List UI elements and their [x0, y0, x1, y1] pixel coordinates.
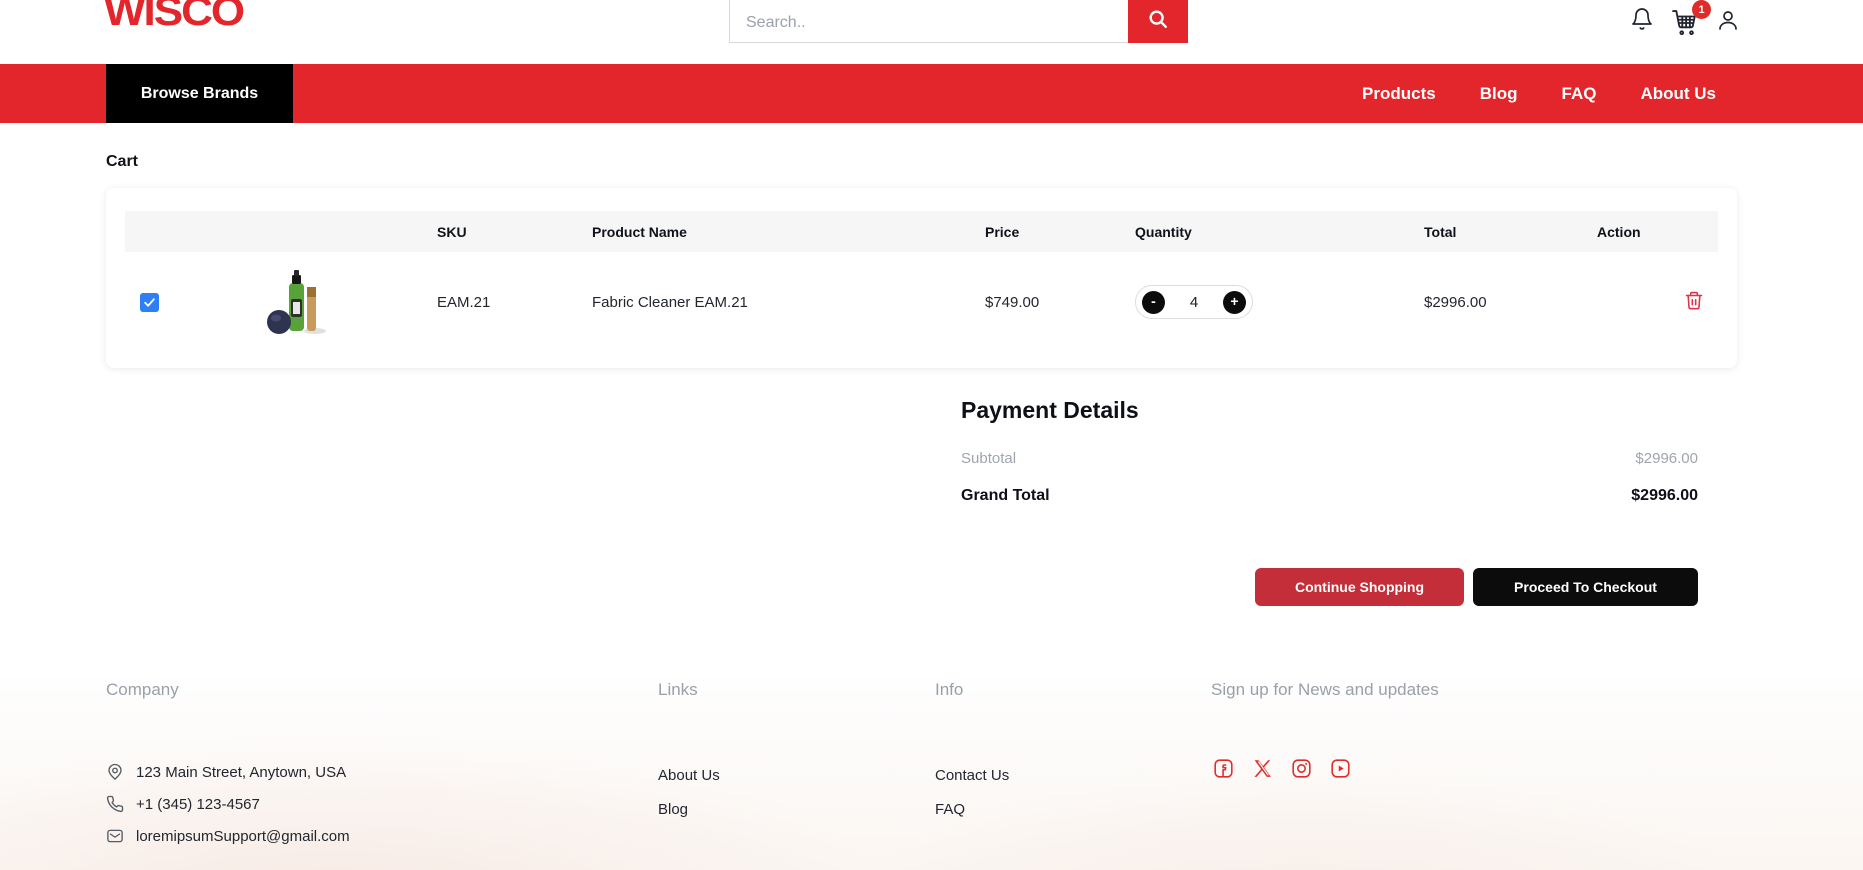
- footer-links-title: Links: [658, 680, 698, 700]
- account-button[interactable]: [1716, 8, 1740, 35]
- top-header: WISCO 1: [0, 0, 1863, 64]
- col-header-quantity: Quantity: [1135, 224, 1424, 240]
- brand-logo[interactable]: WISCO: [104, 0, 243, 35]
- search-icon: [1147, 8, 1169, 33]
- col-header-sku: SKU: [437, 224, 592, 240]
- product-image: [265, 269, 327, 335]
- col-header-product-name: Product Name: [592, 224, 985, 240]
- main-navbar: Browse Brands Products Blog FAQ About Us: [0, 64, 1863, 123]
- youtube-link[interactable]: [1330, 758, 1351, 782]
- footer-link-about-us[interactable]: About Us: [658, 767, 720, 784]
- footer-info-title: Info: [935, 680, 963, 700]
- grand-total-value: $2996.00: [1631, 487, 1698, 505]
- remove-item-button[interactable]: [1684, 290, 1704, 314]
- envelope-icon: [106, 827, 124, 845]
- quantity-value: 4: [1190, 294, 1198, 311]
- subtotal-label: Subtotal: [961, 450, 1016, 467]
- subtotal-row: Subtotal $2996.00: [961, 450, 1698, 467]
- footer-phone: +1 (345) 123-4567: [106, 795, 260, 813]
- instagram-link[interactable]: [1291, 758, 1312, 782]
- footer-link-faq[interactable]: FAQ: [935, 801, 965, 818]
- notifications-button[interactable]: [1630, 7, 1654, 34]
- search-button[interactable]: [1128, 0, 1188, 43]
- footer-address: 123 Main Street, Anytown, USA: [106, 763, 346, 781]
- subtotal-value: $2996.00: [1635, 450, 1698, 467]
- footer-company-title: Company: [106, 680, 179, 700]
- nav-link-blog[interactable]: Blog: [1480, 84, 1518, 104]
- payment-details-title: Payment Details: [961, 397, 1139, 424]
- location-pin-icon: [106, 763, 124, 781]
- col-header-total: Total: [1424, 224, 1597, 240]
- x-twitter-icon: [1252, 758, 1273, 782]
- trash-icon: [1684, 299, 1704, 314]
- item-price: $749.00: [985, 294, 1135, 311]
- footer-address-text: 123 Main Street, Anytown, USA: [136, 764, 346, 781]
- browse-brands-button[interactable]: Browse Brands: [106, 64, 293, 123]
- search-input[interactable]: [729, 0, 1128, 43]
- cart-table-header: SKU Product Name Price Quantity Total Ac…: [125, 211, 1718, 252]
- bell-icon: [1630, 19, 1654, 34]
- footer-email-text: loremipsumSupport@gmail.com: [136, 828, 350, 845]
- nav-link-products[interactable]: Products: [1362, 84, 1436, 104]
- facebook-link[interactable]: [1213, 758, 1234, 782]
- col-header-price: Price: [985, 224, 1135, 240]
- cart-table-card: SKU Product Name Price Quantity Total Ac…: [106, 188, 1737, 368]
- quantity-increase-button[interactable]: +: [1223, 291, 1246, 314]
- proceed-to-checkout-button[interactable]: Proceed To Checkout: [1473, 568, 1698, 606]
- grand-total-label: Grand Total: [961, 487, 1050, 505]
- cart-icon: [1672, 24, 1698, 39]
- quantity-stepper: - 4 +: [1135, 285, 1253, 319]
- cart-page-title: Cart: [106, 153, 138, 171]
- footer-email: loremipsumSupport@gmail.com: [106, 827, 350, 845]
- footer-phone-text: +1 (345) 123-4567: [136, 796, 260, 813]
- footer-link-contact-us[interactable]: Contact Us: [935, 767, 1009, 784]
- x-twitter-link[interactable]: [1252, 758, 1273, 782]
- col-header-action: Action: [1597, 224, 1718, 240]
- nav-links: Products Blog FAQ About Us: [1362, 64, 1716, 123]
- footer-newsletter-title: Sign up for News and updates: [1211, 680, 1439, 700]
- item-checkbox[interactable]: [140, 293, 159, 312]
- nav-link-about-us[interactable]: About Us: [1640, 84, 1716, 104]
- footer: Company 123 Main Street, Anytown, USA +1…: [0, 677, 1863, 870]
- social-links: [1213, 758, 1351, 782]
- instagram-icon: [1291, 758, 1312, 782]
- cart-badge: 1: [1692, 0, 1711, 19]
- nav-link-faq[interactable]: FAQ: [1562, 84, 1597, 104]
- phone-icon: [106, 795, 124, 813]
- search-bar: [729, 0, 1188, 43]
- quantity-decrease-button[interactable]: -: [1142, 291, 1165, 314]
- footer-link-blog[interactable]: Blog: [658, 801, 688, 818]
- continue-shopping-button[interactable]: Continue Shopping: [1255, 568, 1464, 606]
- cart-item-row: EAM.21 Fabric Cleaner EAM.21 $749.00 - 4…: [125, 252, 1718, 352]
- youtube-icon: [1330, 758, 1351, 782]
- item-sku: EAM.21: [437, 294, 592, 311]
- grand-total-row: Grand Total $2996.00: [961, 487, 1698, 505]
- item-total: $2996.00: [1424, 294, 1597, 311]
- user-icon: [1716, 20, 1740, 35]
- item-name: Fabric Cleaner EAM.21: [592, 294, 985, 311]
- facebook-icon: [1213, 758, 1234, 782]
- cart-page: WISCO 1: [0, 0, 1863, 870]
